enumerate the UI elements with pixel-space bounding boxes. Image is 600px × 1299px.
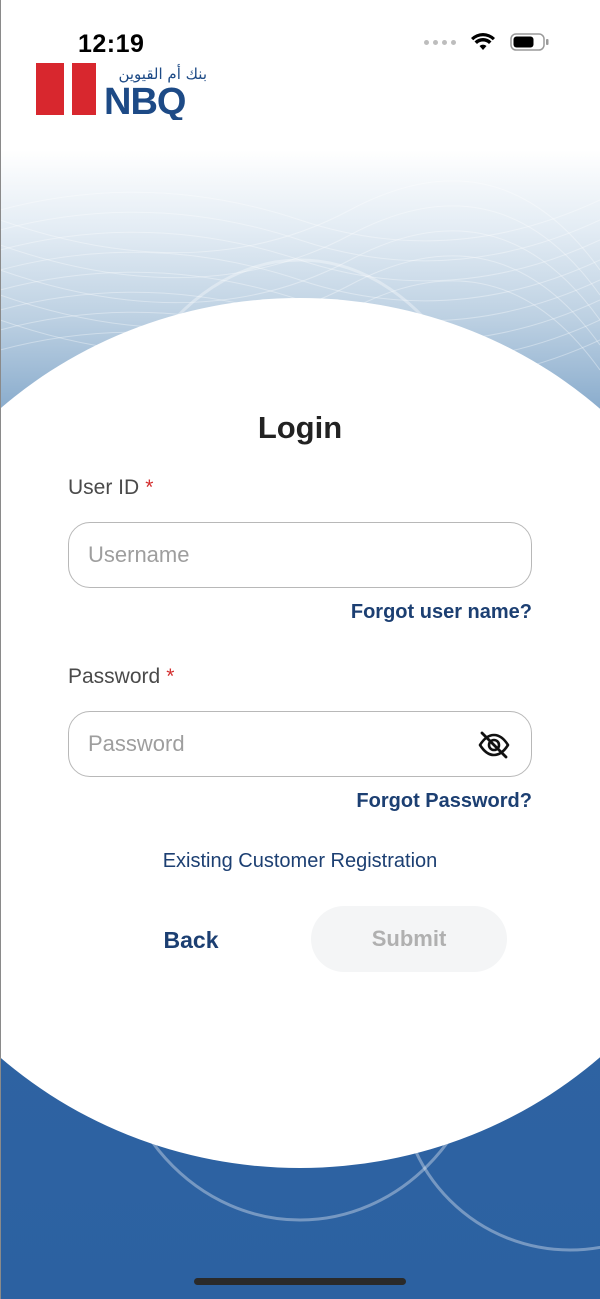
- cellular-signal-icon: [424, 39, 456, 45]
- forgot-username-link[interactable]: Forgot user name?: [351, 601, 532, 624]
- username-input[interactable]: [69, 523, 531, 587]
- login-title: Login: [257, 410, 343, 445]
- password-label-text: Password: [68, 665, 161, 688]
- status-time: 12:19: [78, 30, 145, 58]
- home-indicator[interactable]: [194, 1278, 406, 1285]
- submit-button[interactable]: Submit: [311, 906, 507, 972]
- required-mark: *: [145, 476, 154, 499]
- forgot-password-link[interactable]: Forgot Password?: [356, 790, 532, 813]
- back-button[interactable]: Back: [128, 908, 254, 972]
- user-id-label: User ID *: [68, 476, 153, 500]
- nbq-logo: بنك أم القيوين NBQ: [36, 63, 207, 120]
- existing-customer-registration-link[interactable]: Existing Customer Registration: [0, 850, 600, 873]
- status-icons: [424, 32, 550, 52]
- user-id-label-text: User ID: [68, 476, 140, 499]
- password-input[interactable]: [69, 712, 531, 776]
- eye-slash-icon: [478, 731, 510, 759]
- password-visibility-toggle[interactable]: [477, 728, 511, 762]
- password-field-container: [68, 711, 532, 777]
- password-label: Password *: [68, 665, 174, 689]
- screen-edge: [0, 0, 1, 1299]
- username-field-container: [68, 522, 532, 588]
- battery-icon: [510, 33, 549, 51]
- wifi-icon: [471, 33, 495, 50]
- logo-latin-text: NBQ: [104, 81, 185, 120]
- required-mark: *: [166, 665, 175, 688]
- login-screen: 12:19 بنك أم القيوين NBQ Login User ID * …: [0, 0, 600, 1299]
